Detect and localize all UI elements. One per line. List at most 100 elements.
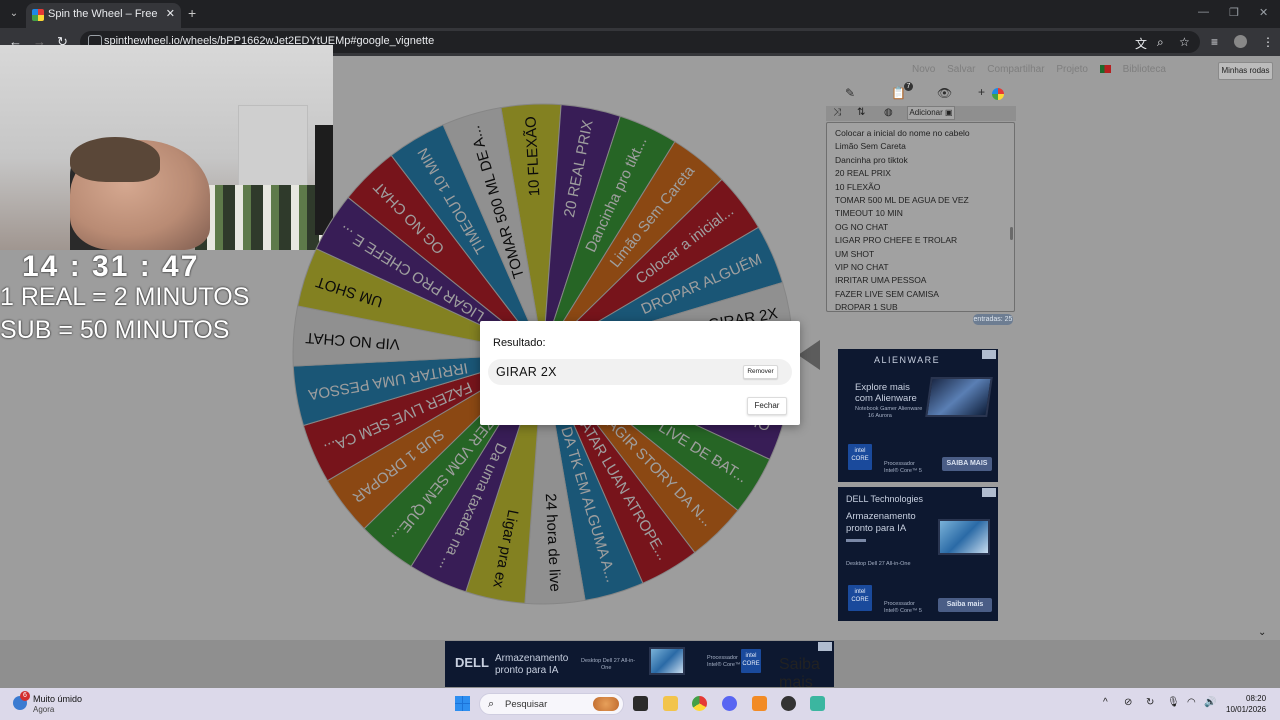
entry-line: 20 REAL PRIX xyxy=(835,168,891,179)
profile-avatar[interactable] xyxy=(1234,35,1247,48)
discord-icon[interactable] xyxy=(722,696,737,711)
ad-brand: DELL xyxy=(455,655,489,670)
clipboard-badge: 7 xyxy=(904,82,913,91)
shuffle-icon[interactable]: ⤨ xyxy=(833,107,841,118)
ad-headline: Armazenamento xyxy=(846,511,916,522)
windows-taskbar: 6 Muito úmido Agora ⌕ Pesquisar ^ ⊘ ↻ 🎙 … xyxy=(0,688,1280,720)
language-flag-icon[interactable] xyxy=(1099,65,1111,74)
site-top-nav: Novo Salvar Compartilhar Projeto Bibliot… xyxy=(912,64,1175,78)
stream-rule-real: 1 REAL = 2 MINUTOS xyxy=(0,283,250,311)
entry-line: VIP NO CHAT xyxy=(835,261,889,272)
minhas-rodas-button[interactable]: Minhas rodas xyxy=(1218,62,1273,80)
reading-list-icon[interactable]: ≡ xyxy=(1211,35,1218,49)
app-orange-icon[interactable] xyxy=(752,696,767,711)
hide-eye-icon[interactable]: 👁 xyxy=(937,86,952,100)
ad-brand: ALIENWARE xyxy=(874,355,941,365)
entry-line: Limão Sem Careta xyxy=(835,141,906,152)
intel-logo: intel CORE xyxy=(741,649,761,673)
intel-logo: intel CORE xyxy=(848,444,872,470)
start-windows-icon[interactable] xyxy=(455,696,470,711)
entries-scrollbar[interactable] xyxy=(1010,227,1013,241)
ad-subtext: One xyxy=(601,665,612,671)
tray-wifi-icon[interactable]: ◠ xyxy=(1187,697,1196,708)
wheel-favicon-icon xyxy=(32,9,44,21)
monitor-image xyxy=(938,519,990,555)
new-tab-icon[interactable]: + xyxy=(188,5,196,21)
taskbar-search[interactable]: ⌕ Pesquisar xyxy=(479,693,624,715)
stream-timer: 14 : 31 : 47 xyxy=(22,250,200,283)
browser-tab-bar: ⌄ Spin the Wheel – Free and easy ✕ + — ❐… xyxy=(0,0,1280,28)
add-plus-icon[interactable]: + xyxy=(978,85,985,99)
zoom-icon[interactable]: ⌕ xyxy=(1157,35,1164,50)
fechar-button[interactable]: Fechar xyxy=(747,397,787,415)
chrome-icon[interactable] xyxy=(692,696,707,711)
chevron-down-icon[interactable]: ⌄ xyxy=(1258,627,1266,638)
entries-editor: ✎ 📋 7 👁 + ⤨ ⇅ ◍ Adicionar ▣ Colocar a in… xyxy=(826,82,1016,325)
ad-subtext: Desktop Dell 27 All-in- xyxy=(581,658,636,664)
ad-cta-button[interactable]: Saiba mais xyxy=(779,656,823,691)
entry-line: UM SHOT xyxy=(835,248,875,259)
entry-line: TIMEOUT 10 MIN xyxy=(835,208,903,219)
cam-hair xyxy=(70,137,160,182)
sort-icon[interactable]: ⇅ xyxy=(857,107,865,118)
ad-choices-icon[interactable] xyxy=(982,350,996,359)
editor-tab-row: ✎ 📋 7 👁 + xyxy=(826,82,1016,103)
tab-list-chevron-icon[interactable]: ⌄ xyxy=(6,6,22,22)
nav-biblioteca[interactable]: Biblioteca xyxy=(1123,64,1166,75)
ad-headline: Explore mais xyxy=(855,382,910,393)
ad-processor: Intel® Core™ 5 xyxy=(884,468,922,474)
weather-label[interactable]: Muito úmido xyxy=(33,694,82,704)
entry-line: OG NO CHAT xyxy=(835,221,889,232)
wheel-pointer-icon xyxy=(798,340,820,370)
intel-logo: intel CORE xyxy=(848,585,872,611)
obs-icon[interactable] xyxy=(781,696,796,711)
ad-choices-icon[interactable] xyxy=(818,642,832,651)
nav-novo[interactable]: Novo xyxy=(912,64,935,75)
taskbar-date[interactable]: 10/01/2026 xyxy=(1226,705,1266,714)
browser-tab[interactable]: Spin the Wheel – Free and easy ✕ xyxy=(26,3,181,28)
entry-line: FAZER LIVE SEM CAMISA xyxy=(835,288,939,299)
ad-brand: DELL Technologies xyxy=(846,494,924,504)
tray-sync-icon[interactable]: ↻ xyxy=(1146,697,1154,708)
browser-menu-icon[interactable]: ⋮ xyxy=(1262,35,1274,49)
weather-time: Agora xyxy=(33,705,55,714)
tab-close-icon[interactable]: ✕ xyxy=(166,7,175,20)
notepad-icon[interactable] xyxy=(810,696,825,711)
color-palette-icon[interactable] xyxy=(992,88,1004,100)
entry-line: LIGAR PRO CHEFE E TROLAR xyxy=(835,235,958,246)
monitor-image xyxy=(649,647,685,675)
pencil-icon[interactable]: ✎ xyxy=(845,86,855,100)
ad-subtext: 16 Aurora xyxy=(868,413,892,419)
taskbar-time[interactable]: 08:20 xyxy=(1246,694,1266,703)
tray-network-off-icon[interactable]: ⊘ xyxy=(1124,697,1132,708)
webcam-overlay xyxy=(0,45,333,250)
entries-textarea[interactable]: Colocar a inicial do nome no cabelo Limã… xyxy=(826,122,1015,312)
ad-cta-button[interactable]: SAIBA MAIS xyxy=(942,457,992,471)
bookmark-star-icon[interactable]: ☆ xyxy=(1179,35,1190,49)
entry-line: Colocar a inicial do nome no cabelo xyxy=(835,128,970,138)
minimize-icon[interactable]: — xyxy=(1198,6,1209,18)
result-value: GIRAR 2X xyxy=(496,365,557,379)
file-explorer-icon[interactable] xyxy=(663,696,678,711)
nav-compartilhar[interactable]: Compartilhar xyxy=(987,64,1044,75)
tray-chevron-up-icon[interactable]: ^ xyxy=(1103,697,1108,708)
task-view-icon[interactable] xyxy=(633,696,648,711)
nav-salvar[interactable]: Salvar xyxy=(947,64,975,75)
image-settings-icon[interactable]: ◍ xyxy=(884,107,893,118)
dell-side-ad[interactable]: DELL Technologies Armazenamento pronto p… xyxy=(838,487,998,621)
editor-tools-row: ⤨ ⇅ ◍ Adicionar ▣ xyxy=(826,106,1016,121)
tray-mic-icon[interactable]: 🎙 xyxy=(1167,697,1180,708)
alienware-ad[interactable]: ALIENWARE Explore mais com Alienware Not… xyxy=(838,349,998,482)
translate-icon[interactable]: 文 xyxy=(1135,35,1147,52)
window-close-icon[interactable]: ✕ xyxy=(1259,6,1268,19)
ad-cta-button[interactable]: Saiba mais xyxy=(938,598,992,612)
tray-volume-icon[interactable]: 🔊 xyxy=(1204,697,1216,708)
nav-projeto[interactable]: Projeto xyxy=(1056,64,1088,75)
maximize-icon[interactable]: ❐ xyxy=(1229,6,1239,19)
entry-line: Dancinha pro tiktok xyxy=(835,154,908,165)
dell-banner-ad[interactable]: DELL Armazenamento pronto para IA Deskto… xyxy=(445,641,834,691)
remover-button[interactable]: Remover xyxy=(743,365,778,379)
ad-choices-icon[interactable] xyxy=(982,488,996,497)
adicionar-button[interactable]: Adicionar ▣ xyxy=(907,106,955,120)
ad-processor: Intel® Core™ 5 xyxy=(707,662,745,668)
